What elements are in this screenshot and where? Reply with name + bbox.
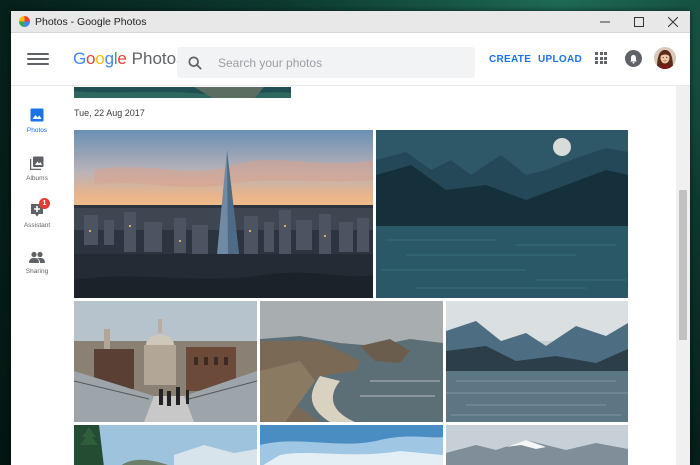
close-icon bbox=[668, 16, 678, 27]
photo-grid: Tue, 22 Aug 2017 bbox=[63, 86, 676, 465]
sidebar-item-assistant[interactable]: 1 Assistant bbox=[11, 198, 63, 229]
vertical-scrollbar[interactable] bbox=[676, 86, 690, 465]
sidebar-item-photos[interactable]: Photos bbox=[11, 108, 63, 134]
apps-grid-icon[interactable] bbox=[595, 52, 607, 64]
photo-thumbnail[interactable] bbox=[260, 301, 443, 422]
assistant-badge: 1 bbox=[39, 198, 50, 209]
photo-thumbnail-previous[interactable] bbox=[74, 86, 291, 98]
hamburger-menu-icon[interactable] bbox=[27, 53, 49, 65]
minimize-icon bbox=[600, 21, 610, 22]
sidebar-item-sharing[interactable]: Sharing bbox=[11, 251, 63, 275]
maximize-button[interactable] bbox=[622, 11, 656, 32]
upload-button[interactable]: UPLOAD bbox=[538, 33, 582, 85]
search-bar[interactable] bbox=[177, 47, 475, 78]
bell-icon bbox=[630, 54, 637, 64]
photo-thumbnail[interactable] bbox=[446, 425, 628, 465]
user-avatar-image bbox=[654, 47, 676, 69]
search-input[interactable] bbox=[216, 54, 450, 71]
sidebar-item-label: Albums bbox=[26, 175, 48, 182]
maximize-icon bbox=[634, 16, 644, 27]
sidebar-item-label: Assistant bbox=[23, 222, 51, 229]
photos-icon bbox=[30, 108, 44, 122]
google-photos-favicon-icon bbox=[17, 15, 31, 29]
photo-thumbnail[interactable] bbox=[446, 301, 628, 422]
sharing-icon bbox=[29, 251, 45, 263]
photo-thumbnail[interactable] bbox=[74, 130, 373, 298]
title-bar: Photos - Google Photos bbox=[11, 11, 690, 33]
scrollbar-thumb[interactable] bbox=[679, 190, 687, 340]
close-button[interactable] bbox=[656, 11, 690, 32]
notifications-icon[interactable] bbox=[625, 50, 642, 67]
create-button[interactable]: CREATE bbox=[489, 33, 531, 85]
sidebar-item-label: Photos bbox=[26, 127, 48, 134]
photo-thumbnail[interactable] bbox=[376, 130, 628, 298]
photo-thumbnail[interactable] bbox=[74, 425, 257, 465]
avatar[interactable] bbox=[654, 47, 676, 69]
date-heading: Tue, 22 Aug 2017 bbox=[74, 108, 145, 118]
window-title: Photos - Google Photos bbox=[35, 15, 147, 28]
search-icon bbox=[188, 55, 202, 70]
app-header: Google Photos CREATE UPLOAD bbox=[11, 33, 690, 86]
minimize-button[interactable] bbox=[588, 11, 622, 32]
sidebar-item-label: Sharing bbox=[25, 268, 49, 275]
browser-window: Photos - Google Photos Google Photos CRE… bbox=[11, 11, 690, 465]
logo-google-text: Google bbox=[73, 49, 127, 68]
photo-thumbnail[interactable] bbox=[74, 301, 257, 422]
google-photos-logo[interactable]: Google Photos bbox=[73, 49, 185, 69]
sidebar-item-albums[interactable]: Albums bbox=[11, 156, 63, 182]
photo-thumbnail[interactable] bbox=[260, 425, 443, 465]
albums-icon bbox=[30, 156, 44, 170]
